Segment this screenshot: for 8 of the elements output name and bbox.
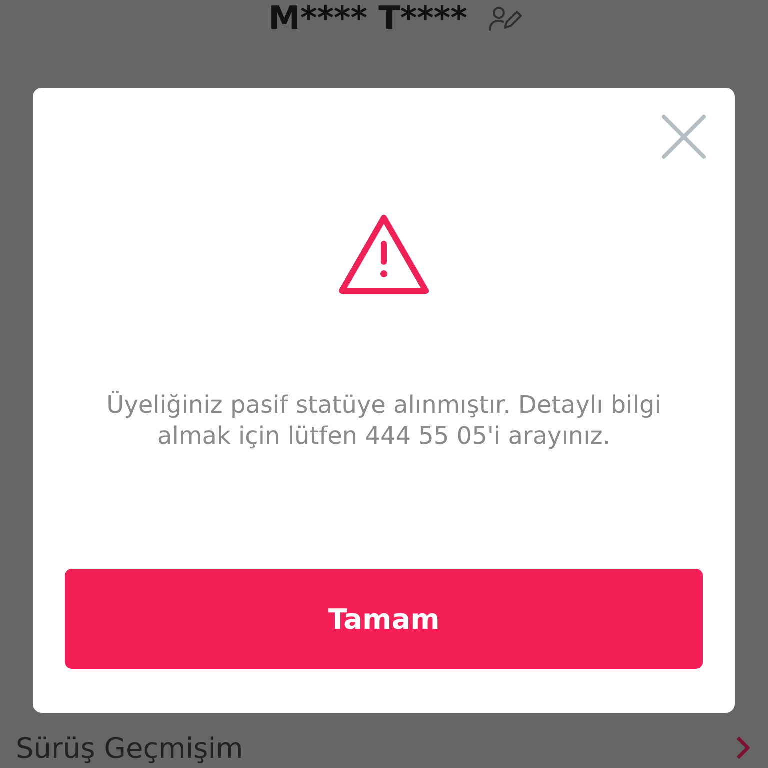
dialog-message: Üyeliğiniz pasif statüye alınmıştır. Detaylı bilgi almak için lütfen 444 55 05'i arayınız. — [106, 390, 662, 452]
chevron-right-icon — [736, 736, 750, 760]
close-button[interactable] — [661, 114, 707, 160]
user-name: M**** T**** — [268, 0, 468, 36]
menu-item[interactable]: Sürüş Geçmişim — [16, 732, 244, 764]
ok-button[interactable]: Tamam — [65, 569, 703, 669]
person-pencil-icon[interactable] — [489, 5, 524, 31]
warning-icon — [338, 214, 430, 296]
